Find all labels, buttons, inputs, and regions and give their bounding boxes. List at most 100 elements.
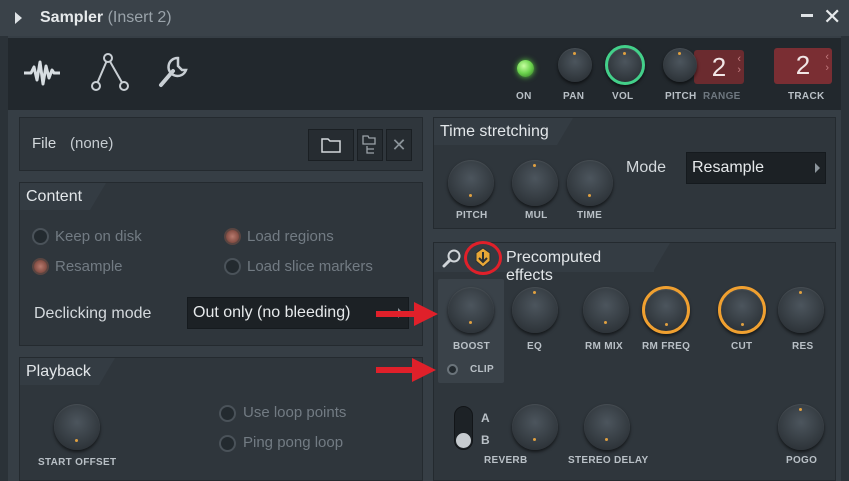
mode-label: Mode bbox=[626, 159, 667, 176]
browse-file-button[interactable] bbox=[357, 129, 383, 161]
rm-mix-knob[interactable] bbox=[583, 287, 629, 333]
minimize-icon[interactable] bbox=[801, 14, 813, 17]
ping-pong-loop-radio[interactable] bbox=[219, 435, 236, 452]
pitch-knob[interactable] bbox=[663, 48, 697, 82]
clip-label: CLIP bbox=[470, 364, 494, 375]
load-slice-markers-label: Load slice markers bbox=[247, 258, 373, 275]
chevron-icon: ‹ › bbox=[737, 53, 741, 76]
file-panel: File (none) ✕ bbox=[19, 117, 423, 171]
time-label: TIME bbox=[577, 210, 603, 221]
start-offset-knob[interactable] bbox=[54, 404, 100, 450]
pan-label: PAN bbox=[563, 91, 585, 102]
keep-on-disk-radio[interactable] bbox=[32, 228, 49, 245]
boost-label: BOOST bbox=[453, 341, 491, 352]
boost-knob[interactable] bbox=[448, 287, 494, 333]
ts-pitch-label: PITCH bbox=[456, 210, 488, 221]
res-knob[interactable] bbox=[778, 287, 824, 333]
content-title: Content bbox=[26, 188, 83, 205]
magnifier-icon[interactable] bbox=[442, 248, 462, 268]
compute-icon[interactable] bbox=[474, 247, 492, 269]
time-stretching-panel: Time stretching PITCH MUL TIME Mode Resa… bbox=[433, 117, 836, 229]
annotation-arrow-icon bbox=[376, 358, 436, 382]
playback-tab: Playback bbox=[20, 358, 115, 385]
track-display[interactable]: 2 ‹ › bbox=[774, 48, 832, 84]
rm-freq-label: RM FREQ bbox=[642, 341, 691, 352]
declicking-mode-label: Declicking mode bbox=[34, 305, 152, 322]
window-title-text: Sampler bbox=[40, 9, 104, 26]
pan-knob[interactable] bbox=[558, 48, 592, 82]
cut-knob[interactable] bbox=[718, 286, 766, 334]
wrench-icon[interactable] bbox=[156, 54, 192, 90]
load-regions-radio[interactable] bbox=[224, 228, 241, 245]
annotation-arrow-icon bbox=[376, 302, 438, 326]
range-label: RANGE bbox=[703, 91, 741, 102]
load-slice-markers-radio[interactable] bbox=[224, 258, 241, 275]
precomputed-effects-panel: Precomputed effects BOOST CLIP EQ RM MIX… bbox=[433, 241, 836, 481]
res-label: RES bbox=[792, 341, 814, 352]
range-value: 2 bbox=[711, 52, 727, 82]
time-knob[interactable] bbox=[567, 160, 613, 206]
keep-on-disk-label: Keep on disk bbox=[55, 228, 142, 245]
track-value: 2 bbox=[795, 50, 811, 80]
mul-knob[interactable] bbox=[512, 160, 558, 206]
file-label: File bbox=[32, 135, 57, 152]
declicking-mode-value: Out only (no bleeding) bbox=[193, 304, 351, 321]
eq-knob[interactable] bbox=[512, 287, 558, 333]
pitch-label: PITCH bbox=[665, 91, 697, 102]
cut-label: CUT bbox=[731, 341, 753, 352]
window-title: Sampler (Insert 2) bbox=[40, 9, 172, 27]
content-tab: Content bbox=[20, 183, 107, 210]
on-label: ON bbox=[516, 91, 532, 102]
rm-mix-label: RM MIX bbox=[585, 341, 623, 352]
chevron-icon: ‹ › bbox=[825, 51, 829, 74]
dropdown-arrow-icon bbox=[815, 163, 820, 173]
folder-tree-icon bbox=[362, 135, 376, 154]
toolbar: ON PAN VOL 2 ‹ › PITCH RANGE 2 ‹ › TRACK bbox=[8, 38, 841, 110]
toggle-a-label: A bbox=[481, 411, 490, 425]
clear-icon: ✕ bbox=[391, 134, 407, 155]
resample-label: Resample bbox=[55, 258, 123, 275]
vol-knob[interactable] bbox=[605, 45, 645, 85]
waveform-icon[interactable] bbox=[22, 58, 62, 88]
mode-dropdown[interactable]: Resample bbox=[686, 152, 826, 184]
close-icon[interactable]: ✕ bbox=[823, 6, 841, 28]
pogo-label: POGO bbox=[786, 455, 818, 466]
start-offset-label: START OFFSET bbox=[38, 457, 117, 468]
folder-icon bbox=[321, 138, 341, 153]
eq-label: EQ bbox=[527, 341, 543, 352]
collapse-arrow-icon[interactable] bbox=[15, 12, 22, 24]
precomputed-effects-title: Precomputed effects bbox=[506, 249, 602, 284]
stereo-delay-knob[interactable] bbox=[584, 404, 630, 450]
on-led[interactable] bbox=[517, 60, 534, 77]
pogo-knob[interactable] bbox=[778, 404, 824, 450]
use-loop-points-radio[interactable] bbox=[219, 405, 236, 422]
playback-title: Playback bbox=[26, 363, 91, 380]
mode-value: Resample bbox=[692, 159, 765, 176]
ab-toggle[interactable] bbox=[454, 406, 473, 450]
load-regions-label: Load regions bbox=[247, 228, 334, 245]
clear-file-button[interactable]: ✕ bbox=[386, 129, 412, 161]
resample-radio[interactable] bbox=[32, 258, 49, 275]
rm-freq-knob[interactable] bbox=[642, 286, 690, 334]
title-bar: Sampler (Insert 2) ✕ bbox=[0, 0, 849, 36]
reverb-knob[interactable] bbox=[512, 404, 558, 450]
file-value: (none) bbox=[70, 135, 114, 152]
reverb-label: REVERB bbox=[484, 455, 528, 466]
clip-radio[interactable] bbox=[447, 364, 458, 375]
mul-label: MUL bbox=[525, 210, 548, 221]
playback-panel: Playback START OFFSET Use loop points Pi… bbox=[19, 357, 423, 481]
envelope-icon[interactable] bbox=[90, 52, 130, 92]
time-stretching-tab: Time stretching bbox=[434, 118, 573, 145]
time-stretching-title: Time stretching bbox=[440, 123, 549, 140]
ts-pitch-knob[interactable] bbox=[448, 160, 494, 206]
use-loop-points-label: Use loop points bbox=[243, 404, 347, 421]
open-file-button[interactable] bbox=[308, 129, 354, 161]
stereo-delay-label: STEREO DELAY bbox=[568, 455, 649, 466]
vol-label: VOL bbox=[612, 91, 634, 102]
toggle-b-label: B bbox=[481, 433, 490, 447]
ping-pong-loop-label: Ping pong loop bbox=[243, 434, 344, 451]
window-subtitle: (Insert 2) bbox=[107, 9, 172, 26]
range-display[interactable]: 2 ‹ › bbox=[694, 50, 744, 84]
track-label: TRACK bbox=[788, 91, 825, 102]
content-panel: Content Keep on disk Resample Load regio… bbox=[19, 182, 423, 346]
